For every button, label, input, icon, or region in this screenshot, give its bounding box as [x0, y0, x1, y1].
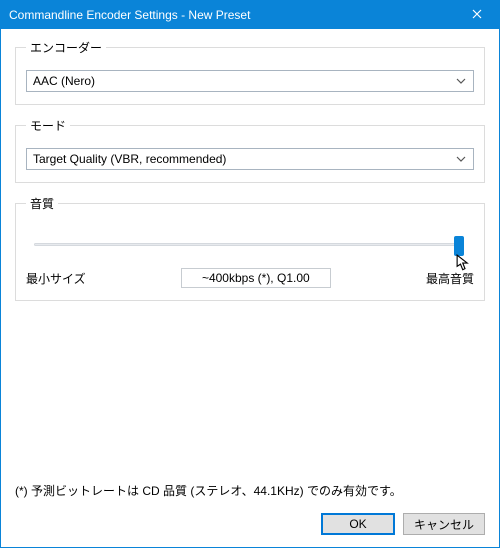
- mode-legend: モード: [26, 117, 70, 134]
- quality-bitrate-display: ~400kbps (*), Q1.00: [181, 268, 331, 288]
- close-button[interactable]: [455, 1, 499, 29]
- dialog-window: Commandline Encoder Settings - New Prese…: [0, 0, 500, 548]
- mode-selected-value: Target Quality (VBR, recommended): [33, 152, 226, 166]
- slider-thumb[interactable]: [454, 236, 464, 256]
- dialog-button-row: OK キャンセル: [15, 513, 485, 535]
- slider-track: [34, 243, 464, 246]
- encoder-selected-value: AAC (Nero): [33, 74, 95, 88]
- footnote-text: (*) 予測ビットレートは CD 品質 (ステレオ、44.1KHz) でのみ有効…: [15, 482, 485, 499]
- window-title: Commandline Encoder Settings - New Prese…: [9, 8, 250, 22]
- quality-group: 音質 最小サイズ ~400kbps (*), Q1.00 最高音質: [15, 195, 485, 301]
- quality-legend: 音質: [26, 195, 58, 212]
- encoder-select[interactable]: AAC (Nero): [26, 70, 474, 92]
- client-area: エンコーダー AAC (Nero) モード Target Quality (VB…: [1, 29, 499, 547]
- quality-slider[interactable]: [28, 234, 472, 260]
- encoder-legend: エンコーダー: [26, 39, 106, 56]
- chevron-down-icon: [453, 156, 469, 162]
- close-icon: [472, 8, 482, 22]
- mode-select[interactable]: Target Quality (VBR, recommended): [26, 148, 474, 170]
- chevron-down-icon: [453, 78, 469, 84]
- titlebar: Commandline Encoder Settings - New Prese…: [1, 1, 499, 29]
- quality-max-label: 最高音質: [426, 270, 474, 287]
- ok-button[interactable]: OK: [321, 513, 395, 535]
- cancel-button-label: キャンセル: [414, 516, 474, 533]
- encoder-group: エンコーダー AAC (Nero): [15, 39, 485, 105]
- quality-labels: 最小サイズ ~400kbps (*), Q1.00 最高音質: [26, 268, 474, 288]
- ok-button-label: OK: [349, 517, 366, 531]
- cancel-button[interactable]: キャンセル: [403, 513, 485, 535]
- quality-min-label: 最小サイズ: [26, 270, 86, 287]
- mode-group: モード Target Quality (VBR, recommended): [15, 117, 485, 183]
